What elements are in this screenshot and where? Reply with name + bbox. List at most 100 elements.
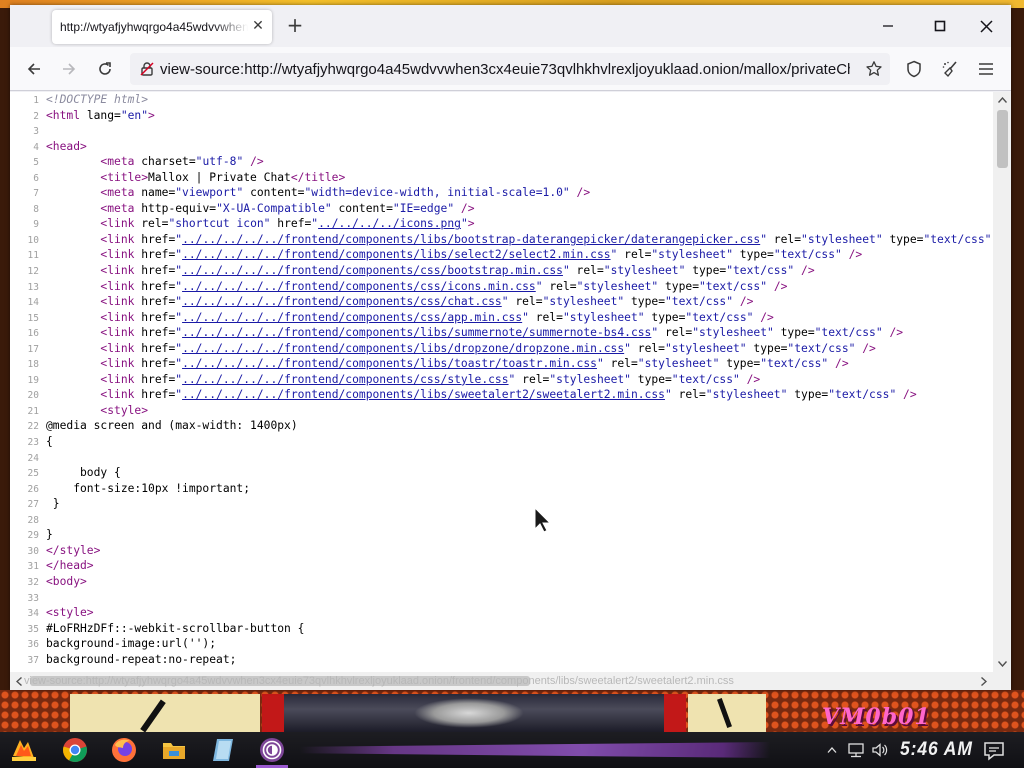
source-token: href= xyxy=(141,388,176,402)
source-line: 10 <link href= "../../../../../frontend/c… xyxy=(10,232,993,248)
source-line: 29} xyxy=(10,527,993,543)
reload-button[interactable] xyxy=(91,55,119,83)
source-token xyxy=(46,233,100,246)
source-link[interactable]: ../../../../../frontend/components/libs/… xyxy=(182,326,651,339)
tor-browser-taskbar-icon[interactable] xyxy=(256,736,288,768)
tab-close-icon[interactable]: ✕ xyxy=(250,18,266,34)
source-line: 32 <body> xyxy=(10,574,993,590)
source-link[interactable]: ../../../../../frontend/components/css/s… xyxy=(182,373,508,386)
source-token: type= xyxy=(773,326,815,340)
source-link[interactable]: ../../../../../frontend/components/css/i… xyxy=(182,280,536,293)
source-code: <link href= "../../../../../frontend/comp… xyxy=(46,264,814,278)
source-link[interactable]: ../../../../../frontend/components/libs/… xyxy=(182,388,665,401)
url-text[interactable]: view-source:http://wtyafjyhwqrgo4a45wdvv… xyxy=(160,61,850,78)
network-icon[interactable] xyxy=(846,738,866,762)
source-code: <title>Mallox | Private Chat</title> xyxy=(46,171,345,184)
source-link[interactable]: ../../../../../frontend/components/css/b… xyxy=(182,264,563,277)
source-line: 9 <link rel="shortcut icon" href= "../../… xyxy=(10,216,993,232)
wallpaper-comic-panel xyxy=(688,694,766,732)
source-token: "text/css" xyxy=(726,264,795,278)
back-button[interactable] xyxy=(20,55,48,83)
line-number: 4 xyxy=(33,141,39,153)
source-token: type= xyxy=(733,248,774,262)
source-code: font-size:10px !important; xyxy=(46,482,250,495)
line-number: 19 xyxy=(27,374,39,386)
source-token: href= xyxy=(141,372,176,386)
new-identity-button[interactable] xyxy=(938,57,962,81)
source-line: 3 xyxy=(10,123,993,139)
security-shield-button[interactable] xyxy=(902,57,926,81)
hamburger-menu-icon xyxy=(979,63,993,75)
line-number: 14 xyxy=(27,297,39,309)
source-token: } xyxy=(46,528,53,542)
source-link[interactable]: ../../../../../frontend/components/css/a… xyxy=(182,311,522,324)
source-token: "width=device-width, initial-scale=1.0" xyxy=(304,186,570,200)
source-token xyxy=(46,388,100,401)
source-link[interactable]: ../../../../../frontend/components/libs/… xyxy=(182,357,597,370)
taskbar-clock[interactable]: 5:46 AM xyxy=(900,735,973,765)
source-code: <html lang="en"> xyxy=(46,109,155,122)
chrome-taskbar-icon[interactable] xyxy=(61,736,89,764)
source-line: 36 background-image:url(''); xyxy=(10,636,993,652)
source-link[interactable]: ../../../../../frontend/components/css/c… xyxy=(182,295,502,308)
source-token: href= xyxy=(141,357,176,371)
source-link[interactable]: ../../../../../frontend/components/libs/… xyxy=(182,342,624,355)
source-token: /> xyxy=(841,248,863,262)
minimize-button[interactable] xyxy=(866,13,910,39)
notification-center-icon[interactable] xyxy=(982,739,1006,763)
source-line: 18 <link href= "../../../../../frontend/c… xyxy=(10,356,993,372)
line-number: 16 xyxy=(27,328,39,340)
source-token xyxy=(46,280,100,293)
line-number: 34 xyxy=(27,608,39,620)
page-source-view[interactable]: 1 <!DOCTYPE html> 2 <html lang="en"> 3 4 <head… xyxy=(10,92,993,672)
forward-button[interactable] xyxy=(55,55,83,83)
source-token xyxy=(46,264,100,277)
source-link[interactable]: ../../../../icons.png xyxy=(318,217,461,230)
source-token: "stylesheet" xyxy=(637,357,720,371)
vertical-scroll-thumb[interactable] xyxy=(997,110,1008,168)
source-token: type= xyxy=(630,372,672,386)
source-line: 2 <html lang="en"> xyxy=(10,108,993,124)
line-number: 7 xyxy=(33,188,39,200)
firefox-taskbar-icon[interactable] xyxy=(110,736,138,764)
source-link[interactable]: ../../../../../frontend/components/libs/… xyxy=(182,233,760,246)
source-token: <!DOCTYPE html> xyxy=(46,93,149,106)
line-number: 21 xyxy=(27,405,39,417)
source-token: " xyxy=(624,341,631,355)
browser-tab[interactable]: http://wtyafjyhwqrgo4a45wdvvwhen3cx4euie… xyxy=(52,10,272,44)
line-number: 37 xyxy=(27,654,39,666)
bookmark-star-icon[interactable] xyxy=(862,57,886,81)
volume-icon[interactable] xyxy=(870,738,890,762)
source-token xyxy=(46,248,100,261)
close-window-button[interactable] xyxy=(964,13,1008,39)
source-token: type= xyxy=(624,295,665,309)
scroll-right-arrow-icon[interactable] xyxy=(975,672,993,690)
site-info-icon[interactable] xyxy=(134,53,160,85)
scroll-down-arrow-icon[interactable] xyxy=(993,656,1011,672)
new-tab-button[interactable]: + xyxy=(284,15,306,37)
show-hidden-icons-chevron-icon[interactable] xyxy=(825,738,839,762)
notes-taskbar-icon[interactable] xyxy=(209,736,237,764)
app-menu-button[interactable] xyxy=(974,57,998,81)
source-link[interactable]: ../../../../../frontend/components/libs/… xyxy=(182,248,610,261)
source-code: { xyxy=(46,435,53,448)
source-token: "text/css" xyxy=(923,232,992,246)
source-token xyxy=(46,404,100,417)
source-token: "X-UA-Compatible" xyxy=(216,201,332,215)
source-token: rel= xyxy=(630,341,665,355)
scroll-up-arrow-icon[interactable] xyxy=(993,92,1011,108)
source-token: </head> xyxy=(46,559,94,573)
vertical-scrollbar[interactable] xyxy=(993,92,1011,672)
wallpaper-red-bar xyxy=(664,694,686,732)
maximize-button[interactable] xyxy=(918,13,962,39)
address-bar[interactable]: view-source:http://wtyafjyhwqrgo4a45wdvv… xyxy=(130,53,890,85)
shield-icon xyxy=(907,60,921,78)
source-code: } xyxy=(46,528,53,541)
file-explorer-taskbar-icon[interactable] xyxy=(160,736,188,764)
source-token: "stylesheet" xyxy=(562,310,645,324)
start-menu-icon[interactable] xyxy=(10,736,38,764)
source-token: "text/css" xyxy=(685,310,754,324)
source-code: <link href= "../../../../../frontend/comp… xyxy=(46,357,848,371)
source-token: href= xyxy=(141,248,176,262)
line-number: 26 xyxy=(27,483,39,495)
